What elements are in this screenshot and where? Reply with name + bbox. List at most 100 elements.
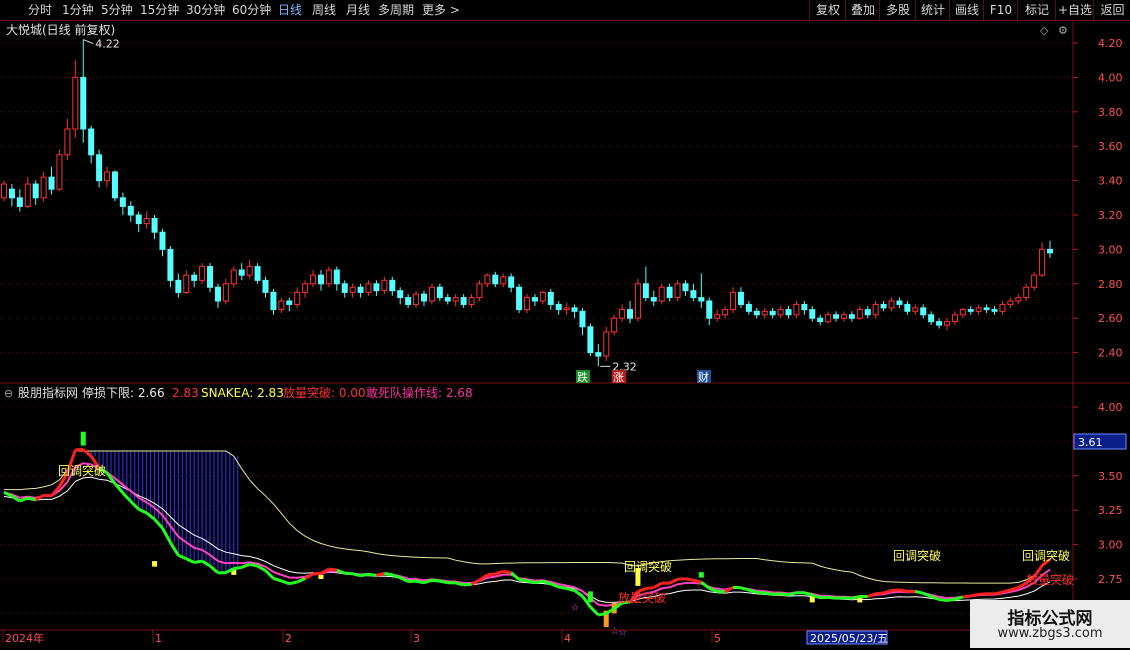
collapse-icon[interactable]: ⊖: [4, 387, 13, 400]
fast-line-segment: [526, 579, 536, 585]
star-icon: ☆: [571, 603, 580, 614]
toolbar-button-8[interactable]: 返回: [1093, 0, 1130, 20]
candle-body: [294, 291, 301, 305]
candle-body: [207, 266, 214, 288]
star-icon: ☆: [618, 627, 627, 638]
time-axis-label: 5: [714, 632, 721, 645]
candle-body: [428, 286, 435, 302]
fast-line-segment: [717, 589, 726, 594]
indicator-panel[interactable]: 4.003.753.503.253.002.752.50 ⊖股朋指标网停损下限:…: [0, 385, 1130, 638]
fast-line-segment: [3, 490, 13, 498]
toolbar-button-4[interactable]: 画线: [949, 0, 984, 20]
period-tab-6[interactable]: 日线: [278, 2, 302, 18]
candle-body: [1007, 300, 1014, 305]
candle-body: [278, 300, 285, 311]
fast-line-segment: [772, 592, 781, 596]
toolbar-button-5[interactable]: F10: [983, 0, 1018, 20]
candle-body: [104, 171, 111, 182]
fast-line-segment: [724, 586, 734, 594]
indicator-legend-item: 敢死队操作线: 2.68: [366, 385, 473, 400]
candle-body: [270, 291, 277, 311]
candle-body: [959, 309, 966, 316]
candle-body: [951, 314, 958, 323]
candle-body: [928, 314, 935, 323]
fast-line-segment: [946, 597, 956, 602]
signal-annotation: 回调突破: [624, 559, 672, 574]
indicator-axis-label: 2.75: [1098, 573, 1123, 586]
period-tab-10[interactable]: 更多 >: [422, 2, 460, 18]
candle-body: [619, 309, 626, 319]
candle-body: [698, 297, 705, 302]
indicator-legend-item: 停损下限: 2.66: [82, 385, 165, 400]
period-tab-5[interactable]: 60分钟: [232, 2, 271, 18]
period-toolbar: 分时 1分钟 5分钟 15分钟 30分钟 60分钟 日线 周线 月线 多周期 更多 > 复权 叠加 多股统…: [0, 0, 1130, 21]
candle-body: [880, 303, 887, 309]
fast-line-segment: [891, 588, 900, 592]
diamond-icon[interactable]: ◇: [1040, 24, 1049, 37]
fast-line-segment: [280, 579, 290, 586]
period-tab-1[interactable]: 1分钟: [62, 2, 94, 18]
candle-body: [888, 300, 895, 309]
fast-line-segment: [145, 511, 156, 521]
fast-line-segment: [439, 579, 449, 585]
fast-line-segment: [304, 572, 314, 580]
period-tab-8[interactable]: 月线: [346, 2, 370, 18]
candle-body: [246, 266, 253, 276]
watermark-url: www.zbgs3.com: [997, 626, 1103, 641]
fast-line-segment: [193, 559, 203, 564]
candle-body: [222, 283, 229, 302]
candle-body: [563, 307, 570, 311]
candle-body: [785, 309, 792, 316]
fast-line-segment: [185, 557, 195, 564]
candle-body: [714, 314, 721, 319]
fast-line-segment: [312, 571, 322, 576]
toolbar-button-2[interactable]: 多股: [879, 0, 916, 20]
candle-body: [872, 303, 879, 316]
fast-line-segment: [376, 571, 385, 577]
fast-line-segment: [153, 518, 164, 530]
fast-line-segment: [487, 572, 496, 577]
candle-body: [310, 274, 317, 285]
high-price-label: 4.22: [95, 38, 120, 51]
time-axis-label: 2024年: [5, 631, 44, 645]
candle-body: [56, 154, 63, 190]
candle-body: [943, 321, 950, 326]
signal-annotation: 回调突破: [1022, 548, 1070, 563]
toolbar-button-1[interactable]: 叠加: [845, 0, 880, 20]
price-axis-label: 4.20: [1098, 37, 1123, 50]
fast-line-segment: [201, 559, 211, 568]
toolbar-button-7[interactable]: +自选: [1055, 0, 1094, 20]
period-tab-0[interactable]: 分时: [28, 2, 52, 18]
fast-line-segment: [368, 572, 377, 578]
candle-body: [325, 269, 332, 285]
candle-body: [500, 276, 507, 285]
toolbar-button-3[interactable]: 统计: [915, 0, 950, 20]
candle-body: [825, 314, 832, 323]
candle-body: [333, 269, 340, 285]
candle-body: [1031, 274, 1038, 288]
signal-bar: [587, 591, 593, 603]
period-tab-3[interactable]: 15分钟: [140, 2, 179, 18]
candle-body: [420, 293, 427, 302]
price-axis-label: 3.40: [1098, 175, 1123, 188]
signal-bar: [152, 561, 158, 567]
period-tab-2[interactable]: 5分钟: [101, 2, 133, 18]
candle-body: [856, 309, 863, 319]
toolbar-button-0[interactable]: 复权: [809, 0, 846, 20]
candle-body: [753, 310, 760, 316]
candle-body: [801, 303, 808, 311]
candle-body: [999, 303, 1006, 312]
candle-body: [460, 297, 467, 305]
signal-bar: [318, 574, 324, 579]
watermark: 指标公式网 www.zbgs3.com: [970, 600, 1130, 648]
candle-body: [143, 217, 150, 225]
period-tab-7[interactable]: 周线: [312, 2, 336, 18]
gear-icon[interactable]: ⚙: [1058, 24, 1068, 37]
period-tab-4[interactable]: 30分钟: [186, 2, 225, 18]
toolbar-button-6[interactable]: 标记: [1017, 0, 1056, 20]
fast-line-segment: [978, 592, 987, 596]
candle-body: [151, 217, 158, 233]
candle-body: [452, 297, 459, 302]
period-tab-9[interactable]: 多周期: [378, 2, 414, 18]
fast-line-segment: [502, 569, 512, 575]
